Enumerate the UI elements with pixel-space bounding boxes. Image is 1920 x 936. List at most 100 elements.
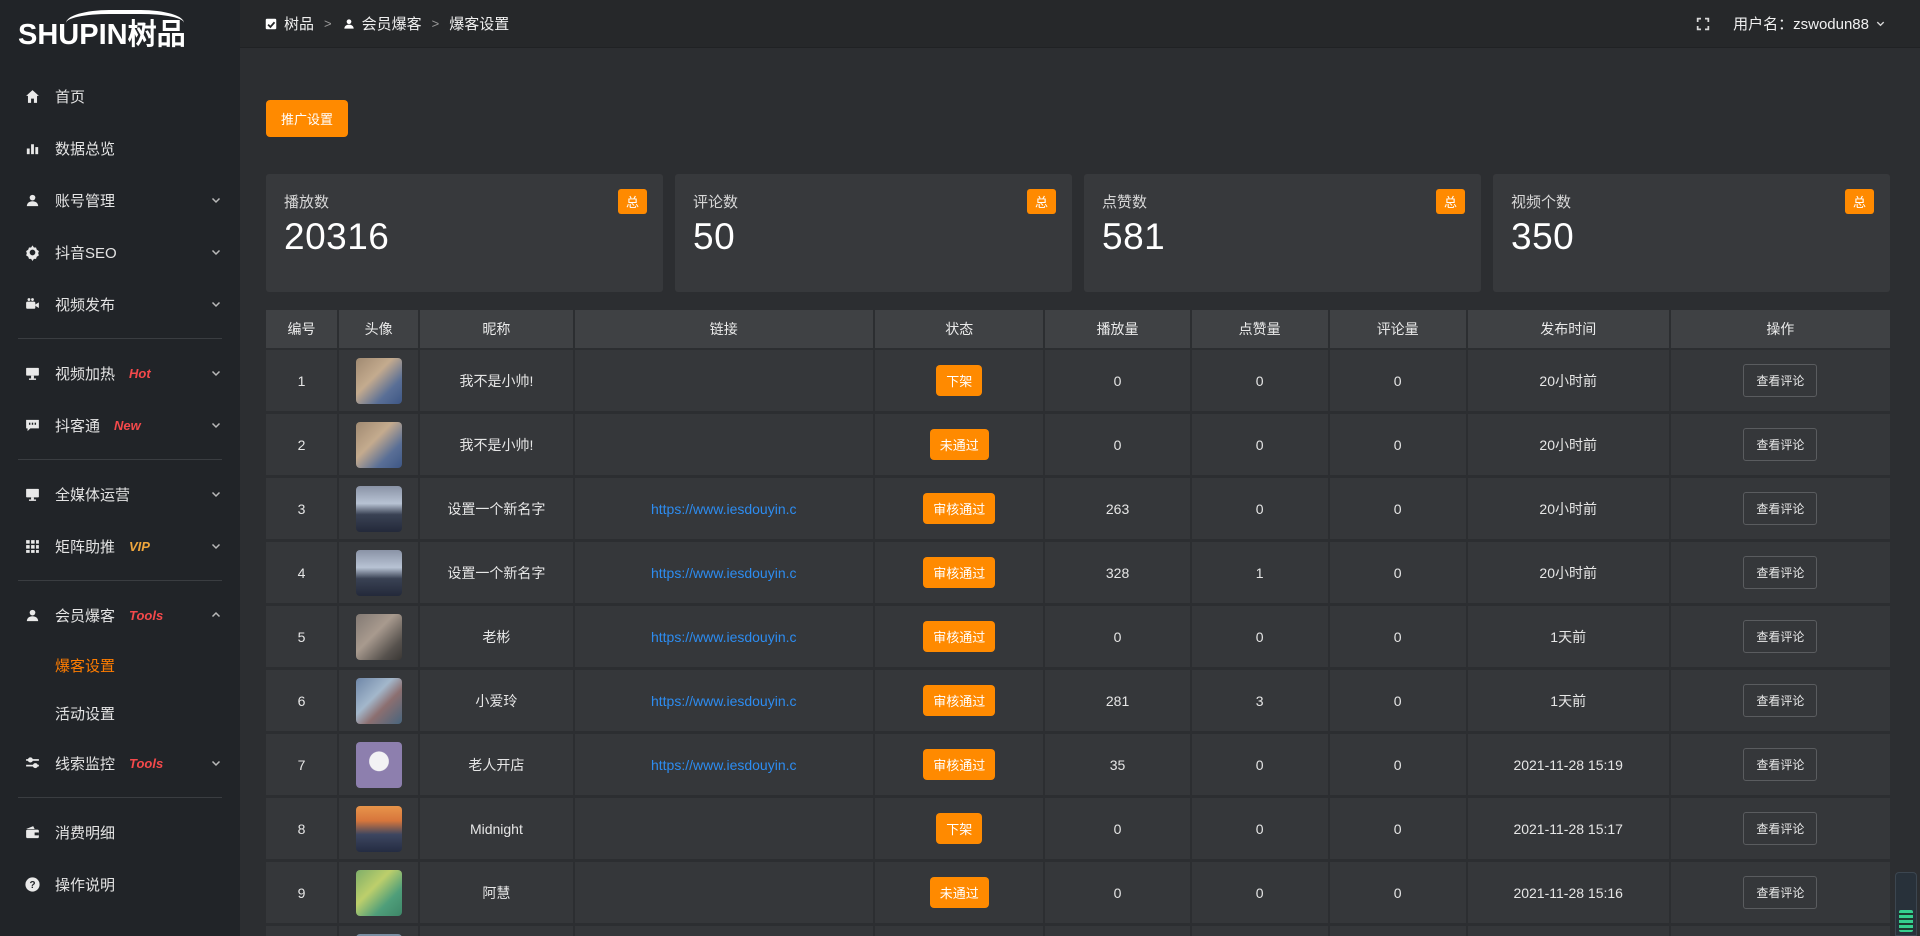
col-header-nickname: 昵称 bbox=[420, 310, 574, 348]
row-id: 1 bbox=[266, 350, 339, 411]
view-comments-button[interactable]: 查看评论 bbox=[1743, 876, 1817, 909]
chevron-down-icon bbox=[210, 367, 222, 379]
total-badge: 总 bbox=[618, 189, 647, 214]
user-icon bbox=[24, 607, 41, 624]
sidebar-item-account[interactable]: 账号管理 bbox=[0, 174, 240, 226]
sidebar: SHUPIN树品 首页 数据总览 账号管理 抖音SEO 视频发布 bbox=[0, 0, 240, 936]
sidebar-item-consumption-detail[interactable]: 消费明细 bbox=[0, 806, 240, 858]
vip-tag: VIP bbox=[129, 539, 150, 554]
view-comments-button[interactable]: 查看评论 bbox=[1743, 364, 1817, 397]
avatar bbox=[356, 550, 402, 596]
video-camera-icon bbox=[24, 296, 41, 313]
sidebar-item-help[interactable]: ? 操作说明 bbox=[0, 858, 240, 910]
publish-time: 2021-11-28 15:16 bbox=[1468, 862, 1671, 923]
tools-tag: Tools bbox=[129, 608, 163, 623]
video-link[interactable]: https://www.iesdouyin.c bbox=[651, 757, 797, 773]
plays-count: 281 bbox=[1045, 670, 1191, 731]
status-badge: 未通过 bbox=[930, 877, 989, 908]
breadcrumb-member-baoke[interactable]: 会员爆客 bbox=[342, 13, 422, 34]
stat-value: 581 bbox=[1102, 216, 1465, 258]
logo-text-cn: 树品 bbox=[128, 19, 186, 51]
stat-value: 50 bbox=[693, 216, 1056, 258]
table-row bbox=[266, 926, 1890, 936]
view-comments-button[interactable]: 查看评论 bbox=[1743, 748, 1817, 781]
view-comments-button[interactable]: 查看评论 bbox=[1743, 620, 1817, 653]
chevron-down-icon bbox=[210, 757, 222, 769]
col-header-likes: 点赞量 bbox=[1192, 310, 1330, 348]
video-link[interactable]: https://www.iesdouyin.c bbox=[651, 565, 797, 581]
status-badge: 下架 bbox=[936, 813, 982, 844]
col-header-action: 操作 bbox=[1671, 310, 1890, 348]
nickname: 老彬 bbox=[420, 606, 574, 667]
likes-count: 0 bbox=[1192, 862, 1330, 923]
stat-value: 20316 bbox=[284, 216, 647, 258]
table-row: 2 我不是小帅! 未通过 0 0 0 20小时前 查看评论 bbox=[266, 414, 1890, 478]
table-row: 9 阿慧 未通过 0 0 0 2021-11-28 15:16 查看评论 bbox=[266, 862, 1890, 926]
sidebar-menu: 首页 数据总览 账号管理 抖音SEO 视频发布 视频加热 Hot bbox=[0, 70, 240, 910]
breadcrumb-root[interactable]: 树品 bbox=[264, 13, 314, 34]
sidebar-subitem-activity-settings[interactable]: 活动设置 bbox=[0, 689, 240, 737]
stat-value: 350 bbox=[1511, 216, 1874, 258]
fullscreen-icon[interactable] bbox=[1695, 16, 1711, 32]
sidebar-item-video-heat[interactable]: 视频加热 Hot bbox=[0, 347, 240, 399]
status-badge: 审核通过 bbox=[923, 749, 995, 780]
plays-count bbox=[1045, 926, 1191, 936]
publish-time bbox=[1468, 926, 1671, 936]
sidebar-item-matrix-boost[interactable]: 矩阵助推 VIP bbox=[0, 520, 240, 572]
row-id: 5 bbox=[266, 606, 339, 667]
new-tag: New bbox=[114, 418, 141, 433]
plays-count: 0 bbox=[1045, 414, 1191, 475]
view-comments-button[interactable]: 查看评论 bbox=[1743, 812, 1817, 845]
status-badge: 审核通过 bbox=[923, 557, 995, 588]
sidebar-item-member-baoke[interactable]: 会员爆客 Tools bbox=[0, 589, 240, 641]
table-row: 8 Midnight 下架 0 0 0 2021-11-28 15:17 查看评… bbox=[266, 798, 1890, 862]
status-badge: 下架 bbox=[936, 365, 982, 396]
nickname: 设置一个新名字 bbox=[420, 542, 574, 603]
floating-helper-widget[interactable] bbox=[1895, 872, 1917, 936]
user-menu[interactable]: 用户名：zswodun88 bbox=[1733, 13, 1886, 34]
promo-settings-button[interactable]: 推广设置 bbox=[266, 100, 348, 137]
chevron-down-icon bbox=[210, 298, 222, 310]
menu-divider bbox=[18, 797, 222, 798]
sidebar-item-home[interactable]: 首页 bbox=[0, 70, 240, 122]
stats-cards: 播放数 20316 总 评论数 50 总 点赞数 581 总 视频个数 350 … bbox=[266, 174, 1890, 292]
status-badge: 未通过 bbox=[930, 429, 989, 460]
comments-count: 0 bbox=[1330, 798, 1468, 859]
chevron-up-icon bbox=[210, 609, 222, 621]
likes-count: 0 bbox=[1192, 414, 1330, 475]
plays-count: 0 bbox=[1045, 606, 1191, 667]
total-badge: 总 bbox=[1436, 189, 1465, 214]
sidebar-item-data-overview[interactable]: 数据总览 bbox=[0, 122, 240, 174]
sidebar-item-all-media[interactable]: 全媒体运营 bbox=[0, 468, 240, 520]
table-row: 3 设置一个新名字 https://www.iesdouyin.c 审核通过 2… bbox=[266, 478, 1890, 542]
sidebar-item-douketong[interactable]: 抖客通 New bbox=[0, 399, 240, 451]
nickname: 小爱玲 bbox=[420, 670, 574, 731]
col-header-comments: 评论量 bbox=[1330, 310, 1468, 348]
video-table: 编号 头像 昵称 链接 状态 播放量 点赞量 评论量 发布时间 操作 1 我不是… bbox=[266, 310, 1890, 936]
avatar bbox=[356, 358, 402, 404]
publish-time: 1天前 bbox=[1468, 670, 1671, 731]
video-link[interactable]: https://www.iesdouyin.c bbox=[651, 693, 797, 709]
video-link[interactable]: https://www.iesdouyin.c bbox=[651, 629, 797, 645]
nickname: 我不是小帅! bbox=[420, 414, 574, 475]
view-comments-button[interactable]: 查看评论 bbox=[1743, 684, 1817, 717]
view-comments-button[interactable]: 查看评论 bbox=[1743, 556, 1817, 589]
gear-icon bbox=[24, 244, 41, 261]
col-header-time: 发布时间 bbox=[1468, 310, 1671, 348]
view-comments-button[interactable]: 查看评论 bbox=[1743, 428, 1817, 461]
view-comments-button[interactable]: 查看评论 bbox=[1743, 492, 1817, 525]
nickname: 我不是小帅! bbox=[420, 350, 574, 411]
likes-count: 1 bbox=[1192, 542, 1330, 603]
comments-count: 0 bbox=[1330, 478, 1468, 539]
avatar bbox=[356, 806, 402, 852]
sidebar-subitem-baoke-settings[interactable]: 爆客设置 bbox=[0, 641, 240, 689]
sidebar-item-video-publish[interactable]: 视频发布 bbox=[0, 278, 240, 330]
brand-logo: SHUPIN树品 bbox=[0, 0, 240, 56]
plays-count: 35 bbox=[1045, 734, 1191, 795]
col-header-avatar: 头像 bbox=[339, 310, 420, 348]
sidebar-item-douyin-seo[interactable]: 抖音SEO bbox=[0, 226, 240, 278]
menu-divider bbox=[18, 459, 222, 460]
video-link[interactable]: https://www.iesdouyin.c bbox=[651, 501, 797, 517]
likes-count: 0 bbox=[1192, 734, 1330, 795]
sidebar-item-clue-monitor[interactable]: 线索监控 Tools bbox=[0, 737, 240, 789]
